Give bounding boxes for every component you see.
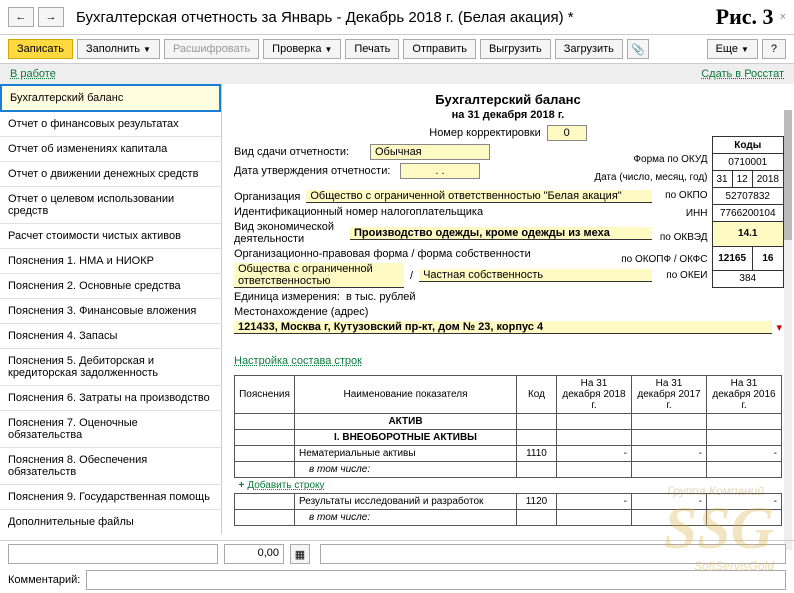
row-nma: Нематериальные активы <box>295 446 517 462</box>
help-button[interactable]: ? <box>762 39 786 59</box>
footer-value[interactable]: 0,00 <box>224 544 284 564</box>
date-d: 31 <box>712 171 732 188</box>
th-name: Наименование показателя <box>295 376 517 414</box>
attach-icon[interactable]: 📎 <box>627 39 649 59</box>
okved-label: по ОКВЭД <box>660 226 708 248</box>
address-label: Местонахождение (адрес) <box>234 306 368 318</box>
okei-value: 384 <box>712 270 784 287</box>
figure-label: Рис. 3 <box>716 4 774 30</box>
date-y: 2018 <box>752 171 783 188</box>
activity-label: Вид экономической деятельности <box>234 221 344 245</box>
sidebar-item-cashflow[interactable]: Отчет о движении денежных средств <box>0 162 221 187</box>
okpo-label: по ОКПО <box>665 190 707 208</box>
download-button[interactable]: Загрузить <box>555 39 623 59</box>
okopf-label: по ОКОПФ / ОКФС <box>621 248 707 270</box>
row-nma-sub: в том числе: <box>295 462 517 478</box>
decode-button[interactable]: Расшифровать <box>164 39 259 59</box>
submission-label: Вид сдачи отчетности: <box>234 146 364 158</box>
section-aktiv: АКТИВ <box>295 414 517 430</box>
footer-field2[interactable] <box>320 544 786 564</box>
sidebar-item-notes9[interactable]: Пояснения 9. Государственная помощь <box>0 485 221 510</box>
sidebar-item-files[interactable]: Дополнительные файлы <box>0 510 221 534</box>
back-button[interactable]: ← <box>8 7 34 27</box>
unit-label: Единица измерения: <box>234 291 340 303</box>
codes-header: Коды <box>712 137 784 154</box>
row-rnd-sub: в том числе: <box>295 510 517 526</box>
plus-icon[interactable]: + <box>239 480 245 491</box>
forward-button[interactable]: → <box>38 7 64 27</box>
sidebar: Бухгалтерский баланс Отчет о финансовых … <box>0 84 222 534</box>
inn-code-label: ИНН <box>686 208 708 226</box>
okud-label: Форма по ОКУД <box>633 154 707 172</box>
th-notes: Пояснения <box>235 376 295 414</box>
footer-btn[interactable]: ▦ <box>290 544 310 564</box>
okved-value[interactable]: 14.1 <box>712 222 784 246</box>
okud-value: 0710001 <box>712 154 784 171</box>
more-button[interactable]: Еще▼ <box>707 39 758 59</box>
footer-field1[interactable] <box>8 544 218 564</box>
sidebar-item-notes1[interactable]: Пояснения 1. НМА и НИОКР <box>0 249 221 274</box>
legal-form-label: Организационно-правовая форма / форма со… <box>234 248 531 260</box>
form-title: Бухгалтерский баланс <box>234 92 782 107</box>
submit-rosstat-link[interactable]: Сдать в Росстат <box>701 68 784 80</box>
form-content: Бухгалтерский баланс на 31 декабря 2018 … <box>222 84 794 534</box>
th-2018: На 31 декабря 2018 г. <box>557 376 632 414</box>
fill-button[interactable]: Заполнить▼ <box>77 39 160 59</box>
scrollbar[interactable] <box>784 110 792 550</box>
sidebar-item-notes2[interactable]: Пояснения 2. Основные средства <box>0 274 221 299</box>
th-2017: На 31 декабря 2017 г. <box>632 376 707 414</box>
window-title: Бухгалтерская отчетность за Январь - Дек… <box>76 9 716 26</box>
comment-field[interactable] <box>86 570 786 590</box>
correction-field[interactable]: 0 <box>547 125 587 141</box>
comment-label: Комментарий: <box>8 574 80 586</box>
sidebar-item-targetuse[interactable]: Отчет о целевом использовании средств <box>0 187 221 224</box>
th-2016: На 31 декабря 2016 г. <box>707 376 782 414</box>
okopf1-value: 12165 <box>712 246 752 270</box>
submission-field[interactable]: Обычная <box>370 144 490 160</box>
correction-label: Номер корректировки <box>429 127 540 139</box>
settings-link[interactable]: Настройка состава строк <box>234 355 362 367</box>
th-code: Код <box>517 376 557 414</box>
form-subtitle: на 31 декабря 2018 г. <box>234 109 782 121</box>
unit-value: в тыс. рублей <box>346 291 416 303</box>
address-field[interactable]: 121433, Москва г, Кутузовский пр-кт, дом… <box>234 321 772 334</box>
row-rnd-code: 1120 <box>517 494 557 510</box>
close-icon[interactable]: × <box>780 11 786 23</box>
inn-value: 7766200104 <box>712 205 784 222</box>
okpo-value: 52707832 <box>712 188 784 205</box>
save-button[interactable]: Записать <box>8 39 73 59</box>
approval-label: Дата утверждения отчетности: <box>234 165 394 177</box>
sidebar-item-finresults[interactable]: Отчет о финансовых результатах <box>0 112 221 137</box>
sidebar-item-balance[interactable]: Бухгалтерский баланс <box>0 84 221 112</box>
row-nma-code: 1110 <box>517 446 557 462</box>
balance-table: Пояснения Наименование показателя Код На… <box>234 375 782 526</box>
org-label: Организация <box>234 191 300 203</box>
okei-label: по ОКЕИ <box>666 270 707 288</box>
dropdown-icon[interactable]: ▾ <box>776 321 782 334</box>
sidebar-item-netassets[interactable]: Расчет стоимости чистых активов <box>0 224 221 249</box>
add-row-link[interactable]: Добавить строку <box>247 480 324 491</box>
legal-form1-field[interactable]: Общества с ограниченной ответственностью <box>234 263 404 288</box>
row-rnd: Результаты исследований и разработок <box>295 494 517 510</box>
date-m: 12 <box>732 171 752 188</box>
sidebar-item-notes6[interactable]: Пояснения 6. Затраты на производство <box>0 386 221 411</box>
sidebar-item-notes8[interactable]: Пояснения 8. Обеспечения обязательств <box>0 448 221 485</box>
print-button[interactable]: Печать <box>345 39 399 59</box>
okopf2-value: 16 <box>752 246 783 270</box>
sidebar-item-notes4[interactable]: Пояснения 4. Запасы <box>0 324 221 349</box>
sidebar-item-notes5[interactable]: Пояснения 5. Дебиторская и кредиторская … <box>0 349 221 386</box>
send-button[interactable]: Отправить <box>403 39 476 59</box>
approval-field[interactable]: . . <box>400 163 480 179</box>
inn-label: Идентификационный номер налогоплательщик… <box>234 206 483 218</box>
upload-button[interactable]: Выгрузить <box>480 39 551 59</box>
sidebar-item-capital[interactable]: Отчет об изменениях капитала <box>0 137 221 162</box>
status-in-work[interactable]: В работе <box>10 68 56 80</box>
sidebar-item-notes7[interactable]: Пояснения 7. Оценочные обязательства <box>0 411 221 448</box>
date-label: Дата (число, месяц, год) <box>594 172 707 190</box>
sidebar-item-notes3[interactable]: Пояснения 3. Финансовые вложения <box>0 299 221 324</box>
check-button[interactable]: Проверка▼ <box>263 39 341 59</box>
section-noncurrent: I. ВНЕОБОРОТНЫЕ АКТИВЫ <box>295 430 517 446</box>
